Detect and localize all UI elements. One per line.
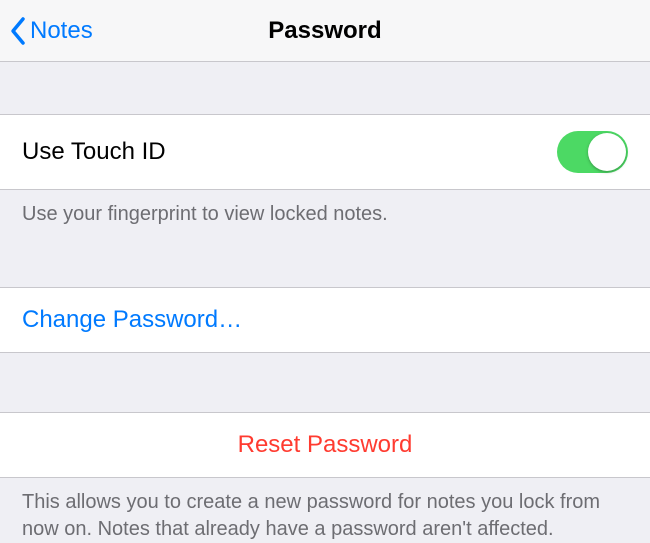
reset-password-footer: This allows you to create a new password… <box>0 478 650 543</box>
change-password-cell[interactable]: Change Password… <box>0 287 650 353</box>
spacer <box>0 228 650 287</box>
spacer <box>0 62 650 114</box>
use-touch-id-cell: Use Touch ID <box>0 114 650 190</box>
toggle-knob <box>588 133 626 171</box>
reset-password-label: Reset Password <box>22 431 628 459</box>
reset-password-cell[interactable]: Reset Password <box>0 412 650 478</box>
navigation-bar: Notes Password <box>0 0 650 62</box>
spacer <box>0 353 650 412</box>
touch-id-footer: Use your fingerprint to view locked note… <box>0 190 650 228</box>
page-title: Password <box>0 17 650 45</box>
chevron-left-icon <box>9 16 26 46</box>
change-password-label: Change Password… <box>22 306 242 334</box>
back-button[interactable]: Notes <box>0 16 93 46</box>
touch-id-toggle[interactable] <box>557 131 628 173</box>
use-touch-id-label: Use Touch ID <box>22 138 166 166</box>
back-label: Notes <box>30 17 93 45</box>
